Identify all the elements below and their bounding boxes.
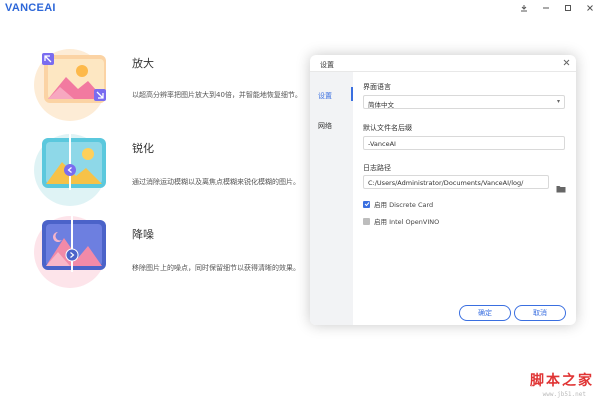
chevron-down-icon: ▾ [556,98,560,105]
minimize-icon[interactable] [540,2,552,14]
option-label: 启用 Intel OpenVINO [374,218,440,226]
maximize-icon[interactable] [562,2,574,14]
feature-title: 降噪 [132,228,154,241]
nav-item-settings[interactable]: 设置 [318,91,332,101]
checkbox-checked-icon[interactable] [363,200,370,208]
title-bar: VANCEAI [0,0,600,18]
cancel-button[interactable]: 取消 [514,305,566,321]
feature-title: 锐化 [132,142,154,155]
folder-icon[interactable] [556,178,566,193]
language-select[interactable]: 简体中文 ▾ [363,95,565,109]
feature-desc: 通过消除运动模糊以及离焦点模糊来锐化模糊的图片。 [132,178,300,186]
option-label: 启用 Discrete Card [374,201,434,209]
option-discrete-card[interactable]: 启用 Discrete Card [363,199,433,209]
app-logo: VANCEAI [5,2,56,14]
log-path-input[interactable]: C:/Users/Administrator/Documents/VanceAI… [363,175,549,189]
sharpen-icon [30,128,116,210]
dialog-body: 界面语言 简体中文 ▾ 默认文件名后缀 -VanceAI 日志路径 C:/Use… [353,72,576,325]
denoise-icon [30,210,116,292]
checkbox-unchecked-icon[interactable] [363,217,370,225]
dialog-header: 设置 [310,55,576,72]
close-icon[interactable] [584,2,596,14]
feature-desc: 移除图片上的噪点，同时保留细节以获得清晰的效果。 [132,264,300,272]
confirm-button[interactable]: 确定 [459,305,511,321]
suffix-label: 默认文件名后缀 [363,124,412,132]
dialog-sidebar: 设置 网络 [310,72,353,325]
feature-title: 放大 [132,57,154,70]
dialog-title: 设置 [320,61,334,69]
enlarge-icon [30,43,116,125]
watermark-url: www.jb51.net [542,391,586,398]
close-icon[interactable] [563,59,570,68]
menu-icon[interactable] [518,2,530,14]
log-path-label: 日志路径 [363,164,391,172]
nav-item-network[interactable]: 网络 [318,121,332,131]
suffix-input[interactable]: -VanceAI [363,136,565,150]
option-intel-openvino[interactable]: 启用 Intel OpenVINO [363,216,439,226]
language-label: 界面语言 [363,83,391,91]
window-controls [518,2,596,14]
settings-dialog: 设置 设置 网络 界面语言 简体中文 ▾ 默认文件名后缀 -VanceAI 日志… [310,55,576,325]
watermark-text: 脚本之家 [530,373,594,389]
language-value: 简体中文 [368,101,394,109]
feature-desc: 以超高分辨率把图片放大到40倍，并智能地恢复细节。 [132,91,302,99]
